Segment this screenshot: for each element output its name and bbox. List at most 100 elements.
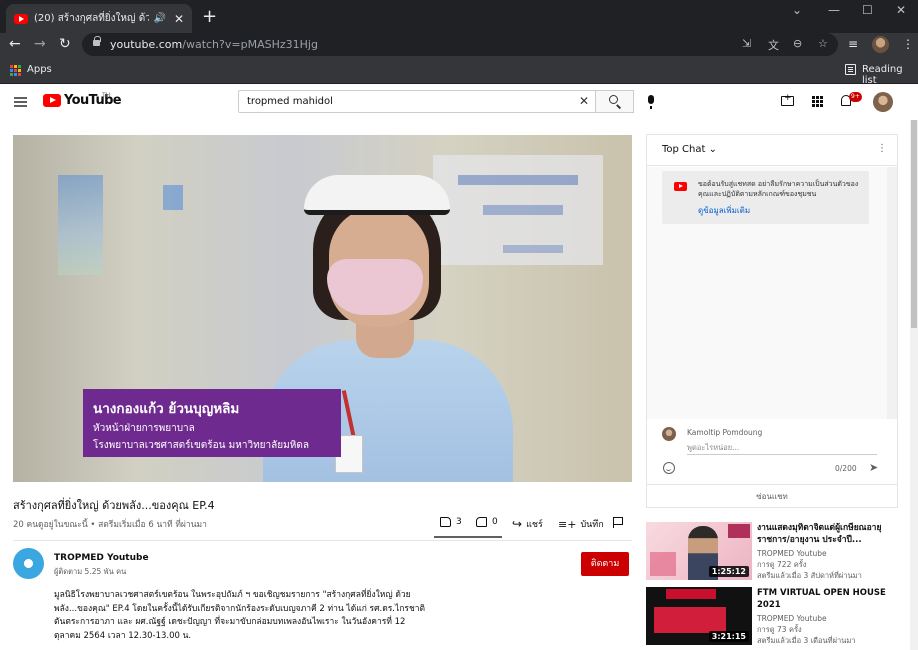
apps-grid-icon[interactable] bbox=[10, 65, 21, 76]
send-icon[interactable]: ➤ bbox=[869, 461, 878, 474]
menu-icon[interactable] bbox=[14, 97, 27, 99]
chat-input[interactable]: พูดอะไรหน่อย... bbox=[687, 442, 739, 454]
related-views: การดู 722 ครั้ง bbox=[757, 560, 807, 569]
forward-icon[interactable]: → bbox=[34, 36, 46, 52]
learn-more-link[interactable]: ดูข้อมูลเพิ่มเติม bbox=[698, 204, 750, 217]
apps-icon[interactable] bbox=[812, 96, 823, 107]
related-age: สตรีมแล้วเมื่อ 3 เดือนที่ผ่านมา bbox=[757, 636, 856, 645]
save-label: บันทึก bbox=[580, 520, 604, 530]
maximize-icon[interactable]: ☐ bbox=[862, 3, 873, 17]
related-title[interactable]: งานแสดงมุทิตาจิตแด่ผู้เกษียณอายุราชการ/อ… bbox=[757, 522, 907, 546]
address-bar[interactable]: youtube.com/watch?v=pMASHz31Hjg ⇲ 文 ⊖ ☆ bbox=[82, 33, 838, 56]
translate-icon[interactable]: 文 bbox=[768, 37, 779, 53]
related-age: สตรีมแล้วเมื่อ 3 สัปดาห์ที่ผ่านมา bbox=[757, 571, 862, 580]
chat-input-area: Kamoltip Pomdoung พูดอะไรหน่อย... 0/200 … bbox=[647, 420, 897, 480]
share-label: แชร์ bbox=[526, 520, 543, 530]
bookmarks-bar: Apps Reading list bbox=[0, 57, 918, 86]
youtube-logo-icon[interactable] bbox=[43, 94, 61, 107]
apps-bookmark[interactable]: Apps bbox=[27, 64, 52, 75]
playlist-add-icon: ≡+ bbox=[558, 517, 577, 531]
profile-avatar[interactable] bbox=[872, 36, 889, 53]
video-description: มูลนิธิโรงพยาบาลเวชศาสตร์เขตร้อน ในพระอุ… bbox=[54, 590, 426, 641]
speaker-icon[interactable]: 🔊 bbox=[153, 13, 165, 24]
youtube-masthead: YouTube TH tropmed mahidol ✕ 9+ bbox=[0, 84, 918, 120]
chat-scrollbar[interactable] bbox=[887, 167, 897, 419]
lock-icon bbox=[93, 36, 101, 46]
related-channel: TROPMED Youtube bbox=[757, 614, 827, 623]
like-ratio-bar bbox=[434, 536, 502, 538]
reading-list-button[interactable]: Reading list bbox=[862, 64, 918, 86]
browser-tabstrip: (20) สร้างกุศลที่ยิ่งใหญ่ ด้วยพลัง... 🔊 … bbox=[0, 0, 918, 33]
create-video-icon[interactable] bbox=[781, 93, 794, 106]
channel-subscribers: ผู้ติดตาม 5.25 พัน คน bbox=[54, 567, 127, 576]
video-duration: 1:25:12 bbox=[708, 566, 749, 577]
hide-chat-button[interactable]: ซ่อนแชท bbox=[647, 484, 897, 508]
notification-badge: 9+ bbox=[849, 92, 862, 102]
live-chat: Top Chat ⌄ ⋮ ขอต้อนรับสู่แชทสด อย่าลืมรั… bbox=[646, 134, 898, 508]
clear-search-icon[interactable]: ✕ bbox=[579, 94, 589, 108]
divider bbox=[13, 540, 632, 541]
subscribe-button[interactable]: ติดตาม bbox=[581, 552, 629, 576]
account-avatar[interactable] bbox=[873, 92, 893, 112]
dislike-button[interactable]: 0 bbox=[476, 517, 498, 527]
search-input[interactable]: tropmed mahidol ✕ bbox=[238, 90, 596, 113]
channel-name[interactable]: TROPMED Youtube bbox=[54, 553, 149, 563]
tab-title: (20) สร้างกุศลที่ยิ่งใหญ่ ด้วยพลัง... bbox=[34, 13, 150, 24]
chat-header: Top Chat ⌄ ⋮ bbox=[647, 135, 897, 166]
browser-tab-active[interactable]: (20) สร้างกุศลที่ยิ่งใหญ่ ด้วยพลัง... 🔊 … bbox=[6, 4, 192, 33]
channel-avatar[interactable] bbox=[13, 548, 44, 579]
bookmark-star-icon[interactable]: ☆ bbox=[818, 37, 828, 50]
page-scrollbar[interactable] bbox=[910, 120, 918, 650]
search-button[interactable] bbox=[596, 90, 634, 113]
media-control-icon[interactable]: ≡ bbox=[848, 37, 858, 51]
minimize-icon[interactable]: — bbox=[828, 3, 840, 17]
related-thumbnail[interactable]: 3:21:15 bbox=[646, 587, 752, 645]
share-button[interactable]: ↪ แชร์ bbox=[512, 517, 543, 531]
like-count: 3 bbox=[456, 517, 462, 527]
chevron-down-icon: ⌄ bbox=[708, 144, 718, 155]
share-icon: ↪ bbox=[512, 517, 523, 531]
more-menu-icon[interactable]: ⋮ bbox=[902, 37, 914, 51]
chat-user-name: Kamoltip Pomdoung bbox=[687, 428, 763, 437]
dislike-count: 0 bbox=[492, 517, 498, 527]
related-video-info[interactable]: FTM VIRTUAL OPEN HOUSE 2021 TROPMED Yout… bbox=[757, 587, 907, 646]
chevron-down-icon[interactable]: ⌄ bbox=[792, 3, 802, 17]
video-duration: 3:21:15 bbox=[708, 631, 749, 642]
microphone-icon[interactable] bbox=[648, 95, 654, 109]
url-text[interactable]: youtube.com/watch?v=pMASHz31Hjg bbox=[110, 38, 318, 51]
youtube-logo-text[interactable]: YouTube bbox=[64, 93, 122, 108]
region-code: TH bbox=[102, 92, 111, 99]
reading-list-icon[interactable] bbox=[845, 64, 856, 75]
chat-messages: ขอต้อนรับสู่แชทสด อย่าลืมรักษาความเป็นส่… bbox=[647, 167, 897, 419]
close-tab-icon[interactable]: ✕ bbox=[174, 12, 184, 26]
install-app-icon[interactable]: ⇲ bbox=[742, 37, 751, 50]
thumbs-down-icon bbox=[476, 517, 487, 527]
emoji-icon[interactable] bbox=[663, 462, 675, 474]
browser-toolbar: ← → ↻ youtube.com/watch?v=pMASHz31Hjg ⇲ … bbox=[0, 33, 918, 57]
search-icon bbox=[609, 95, 618, 104]
chat-mode-dropdown[interactable]: Top Chat ⌄ bbox=[662, 144, 717, 155]
related-title[interactable]: FTM VIRTUAL OPEN HOUSE 2021 bbox=[757, 587, 907, 611]
chat-welcome-notice: ขอต้อนรับสู่แชทสด อย่าลืมรักษาความเป็นส่… bbox=[662, 171, 869, 224]
related-thumbnail[interactable]: 1:25:12 bbox=[646, 522, 752, 580]
youtube-favicon-icon bbox=[14, 13, 28, 24]
back-icon[interactable]: ← bbox=[9, 36, 21, 52]
overlay-org: โรงพยาบาลเวชศาสตร์เขตร้อน มหาวิทยาลัยมหิ… bbox=[93, 440, 309, 451]
save-button[interactable]: ≡+ บันทึก bbox=[558, 517, 604, 531]
zoom-icon[interactable]: ⊖ bbox=[793, 37, 802, 50]
report-flag-icon[interactable] bbox=[613, 517, 623, 528]
related-views: การดู 73 ครั้ง bbox=[757, 625, 802, 634]
related-channel: TROPMED Youtube bbox=[757, 549, 827, 558]
overlay-role: หัวหน้าฝ่ายการพยาบาล bbox=[93, 423, 195, 434]
new-tab-icon[interactable]: + bbox=[202, 6, 217, 27]
search-value[interactable]: tropmed mahidol bbox=[247, 96, 333, 107]
notice-text: ขอต้อนรับสู่แชทสด อย่าลืมรักษาความเป็นส่… bbox=[698, 180, 859, 198]
overlay-name: นางกองแก้ว ย้วนบุญหลิม bbox=[93, 401, 240, 417]
like-button[interactable]: 3 bbox=[440, 517, 462, 527]
chat-more-icon[interactable]: ⋮ bbox=[877, 143, 887, 154]
close-window-icon[interactable]: ✕ bbox=[896, 3, 906, 17]
reload-icon[interactable]: ↻ bbox=[59, 36, 71, 52]
video-player[interactable]: นางกองแก้ว ย้วนบุญหลิม หัวหน้าฝ่ายการพยา… bbox=[13, 135, 632, 482]
related-video-info[interactable]: งานแสดงมุทิตาจิตแด่ผู้เกษียณอายุราชการ/อ… bbox=[757, 522, 907, 581]
video-title: สร้างกุศลที่ยิ่งใหญ่ ด้วยพลัง...ของคุณ E… bbox=[13, 499, 215, 512]
